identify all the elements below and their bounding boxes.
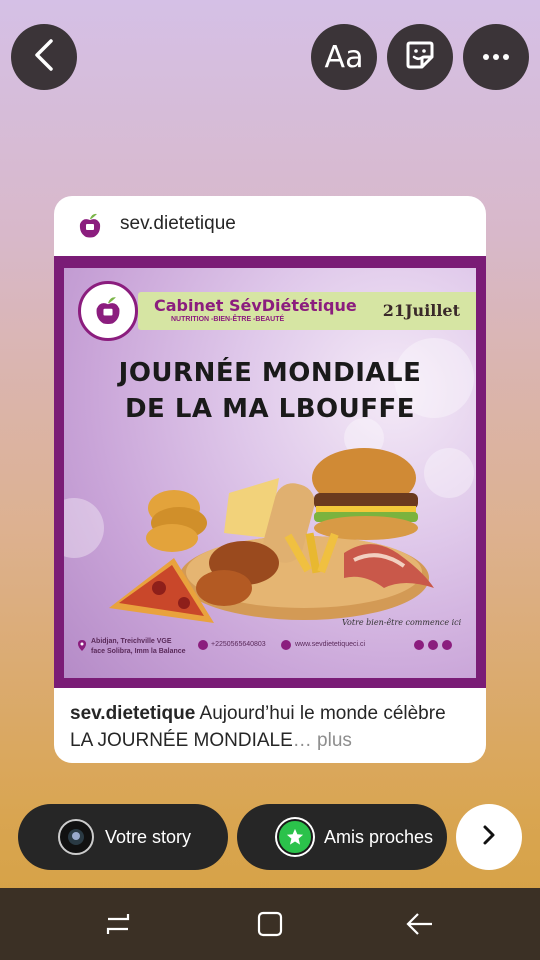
social-icons — [414, 640, 452, 650]
post-caption[interactable]: sev.dietetique Aujourd’hui le monde célè… — [70, 700, 470, 754]
caption-more-link[interactable]: … plus — [293, 730, 352, 751]
apple-logo-icon — [79, 213, 101, 238]
flyer-footer: Abidjan, Treichville VGE face Solibra, I… — [64, 634, 476, 678]
system-back-button[interactable] — [404, 908, 436, 940]
your-story-button[interactable]: Votre story — [18, 804, 228, 870]
text-tool-button[interactable]: Aa — [311, 24, 377, 90]
close-friends-label: Amis proches — [324, 826, 434, 847]
flyer-headline-line-1: JOURNÉE MONDIALE — [118, 358, 422, 388]
flyer: Cabinet SévDiététique NUTRITION -BIEN-ÊT… — [64, 268, 476, 678]
chevron-left-icon — [31, 38, 57, 77]
flyer-address-line-1: Abidjan, Treichville VGE — [91, 638, 172, 645]
flyer-slogan: Votre bien-être commence ici — [342, 618, 462, 627]
location-pin-icon — [78, 640, 86, 651]
avatar[interactable] — [70, 206, 110, 246]
chevron-right-icon — [481, 824, 497, 851]
your-story-label: Votre story — [105, 826, 192, 847]
home-icon — [257, 911, 283, 937]
star-icon — [277, 819, 313, 855]
back-button[interactable] — [11, 24, 77, 90]
home-button[interactable] — [254, 908, 286, 940]
arrow-left-icon — [406, 913, 432, 935]
phone-icon — [198, 640, 208, 650]
flyer-logo — [78, 281, 138, 341]
more-options-button[interactable] — [463, 24, 529, 90]
recent-apps-button[interactable] — [102, 908, 134, 940]
user-avatar-icon — [58, 819, 94, 855]
text-tool-label: Aa — [324, 39, 364, 75]
caption-username: sev.dietetique — [70, 703, 196, 724]
apple-logo-icon — [96, 297, 120, 325]
post-username[interactable]: sev.dietetique — [120, 213, 236, 235]
junk-food-illustration — [109, 448, 434, 623]
next-button[interactable] — [456, 804, 522, 870]
system-navigation-bar — [0, 888, 540, 960]
shared-post-card[interactable]: sev.dietetique Cabinet SévDiététique NUT… — [54, 196, 486, 763]
sticker-button[interactable] — [387, 24, 453, 90]
post-header: sev.dietetique — [54, 196, 486, 252]
post-image[interactable]: Cabinet SévDiététique NUTRITION -BIEN-ÊT… — [54, 256, 486, 688]
flyer-banner: Cabinet SévDiététique NUTRITION -BIEN-ÊT… — [138, 292, 476, 330]
sticker-icon — [404, 39, 436, 76]
recent-apps-icon — [106, 914, 130, 934]
flyer-website: www.sevdietetiqueci.ci — [295, 641, 366, 648]
flyer-date: 21Juillet — [382, 301, 460, 320]
flyer-phone: +2250565640803 — [211, 641, 266, 648]
more-horizontal-icon — [482, 48, 510, 66]
flyer-cabinet-name: Cabinet SévDiététique — [154, 296, 357, 315]
web-icon — [281, 640, 291, 650]
flyer-subtitle: NUTRITION -BIEN-ÊTRE -BEAUTÉ — [171, 316, 285, 323]
close-friends-button[interactable]: Amis proches — [237, 804, 447, 870]
flyer-address-line-2: face Solibra, Imm la Balance — [91, 648, 186, 655]
flyer-headline-line-2: DE LA MA LBOUFFE — [124, 394, 416, 424]
